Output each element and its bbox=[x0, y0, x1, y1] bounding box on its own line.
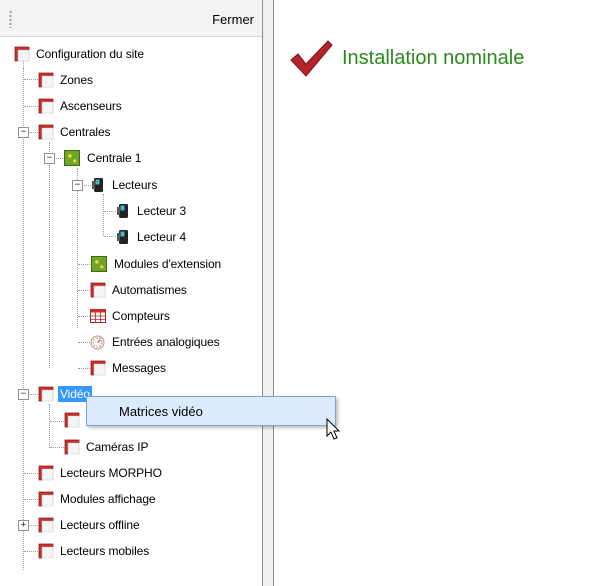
tree-connector bbox=[78, 342, 90, 343]
tree-connector bbox=[78, 368, 90, 369]
tree-connector bbox=[24, 79, 38, 80]
folder-icon bbox=[38, 517, 54, 533]
gauge-icon bbox=[90, 335, 105, 350]
counter-grid-icon bbox=[90, 309, 106, 323]
tree-connector bbox=[23, 68, 24, 570]
tree-connector bbox=[54, 158, 63, 159]
tree-item-hidden-under-menu[interactable] bbox=[64, 409, 88, 431]
folder-icon bbox=[64, 412, 80, 428]
collapse-lecteurs-toggle[interactable]: − bbox=[72, 180, 83, 191]
folder-icon bbox=[90, 360, 106, 376]
tree-item-lecteurs-offline[interactable]: Lecteurs offline bbox=[38, 514, 142, 536]
drag-grip-icon[interactable] bbox=[9, 10, 12, 28]
tree-connector bbox=[29, 394, 38, 395]
tree-connector bbox=[50, 447, 64, 448]
folder-icon bbox=[38, 124, 54, 140]
card-reader-icon bbox=[116, 203, 130, 219]
folder-icon bbox=[38, 98, 54, 114]
collapse-centrale-1-toggle[interactable]: − bbox=[44, 153, 55, 164]
tree-connector bbox=[24, 551, 38, 552]
tree-item-entrees-analogiques[interactable]: Entrées analogiques bbox=[90, 331, 222, 353]
tree-connector bbox=[29, 525, 38, 526]
collapse-video-toggle[interactable]: − bbox=[18, 389, 29, 400]
folder-icon bbox=[38, 465, 54, 481]
tree-item-modules-affichage[interactable]: Modules affichage bbox=[38, 488, 157, 510]
folder-icon bbox=[90, 282, 106, 298]
main-content: Installation nominale bbox=[274, 0, 603, 586]
checkmark-icon bbox=[290, 40, 333, 77]
controller-board-icon bbox=[91, 256, 107, 272]
tree-item-compteurs[interactable]: Compteurs bbox=[90, 305, 172, 327]
context-menu: Matrices vidéo bbox=[86, 396, 336, 426]
card-reader-icon bbox=[116, 229, 130, 245]
tree-connector bbox=[49, 404, 50, 448]
tree-item-zones[interactable]: Zones bbox=[38, 69, 95, 91]
tree-connector bbox=[24, 473, 38, 474]
tree-connector bbox=[78, 316, 90, 317]
card-reader-icon bbox=[91, 177, 105, 193]
tree-item-lecteur-4[interactable]: Lecteur 4 bbox=[116, 226, 188, 248]
tree-item-ascenseurs[interactable]: Ascenseurs bbox=[38, 95, 124, 117]
panel-header: Fermer bbox=[0, 0, 262, 37]
mouse-cursor-icon bbox=[326, 418, 341, 440]
tree-connector bbox=[50, 421, 64, 422]
folder-icon bbox=[38, 72, 54, 88]
controller-board-icon bbox=[64, 150, 80, 166]
tree-connector bbox=[82, 185, 91, 186]
tree-item-lecteurs[interactable]: Lecteurs bbox=[91, 174, 159, 196]
menu-item-matrices-video[interactable]: Matrices vidéo bbox=[119, 404, 203, 419]
folder-icon bbox=[14, 46, 30, 62]
site-tree: − − − − + Configuration du site Zones As… bbox=[0, 38, 262, 578]
status-indicator: Installation nominale bbox=[288, 38, 524, 78]
folder-icon bbox=[38, 543, 54, 559]
collapse-centrales-toggle[interactable]: − bbox=[18, 127, 29, 138]
tree-connector bbox=[78, 264, 90, 265]
close-panel-button[interactable]: Fermer bbox=[212, 12, 254, 27]
tree-connector bbox=[77, 168, 78, 328]
tree-item-configuration-du-site[interactable]: Configuration du site bbox=[14, 43, 146, 65]
tree-connector bbox=[104, 236, 116, 237]
tree-connector bbox=[24, 106, 38, 107]
tree-item-modules-d-extension[interactable]: Modules d'extension bbox=[90, 253, 223, 275]
status-text: Installation nominale bbox=[342, 46, 525, 69]
tree-item-automatismes[interactable]: Automatismes bbox=[90, 279, 189, 301]
tree-item-video[interactable]: Vidéo bbox=[38, 383, 92, 405]
folder-icon bbox=[38, 491, 54, 507]
panel-splitter[interactable] bbox=[263, 0, 274, 586]
tree-item-centrales[interactable]: Centrales bbox=[38, 121, 112, 143]
tree-item-centrale-1[interactable]: Centrale 1 bbox=[63, 147, 143, 169]
tree-item-messages[interactable]: Messages bbox=[90, 357, 168, 379]
folder-icon bbox=[38, 386, 54, 402]
tree-item-lecteurs-mobiles[interactable]: Lecteurs mobiles bbox=[38, 540, 151, 562]
expand-lecteurs-offline-toggle[interactable]: + bbox=[18, 520, 29, 531]
tree-item-lecteurs-morpho[interactable]: Lecteurs MORPHO bbox=[38, 462, 164, 484]
tree-connector bbox=[104, 211, 116, 212]
folder-icon bbox=[64, 439, 80, 455]
tree-connector bbox=[49, 142, 50, 368]
tree-item-lecteur-3[interactable]: Lecteur 3 bbox=[116, 200, 188, 222]
tree-connector bbox=[78, 290, 90, 291]
tree-connector bbox=[29, 132, 38, 133]
tree-item-cameras-ip[interactable]: Caméras IP bbox=[64, 436, 150, 458]
tree-connector bbox=[103, 194, 104, 236]
tree-connector bbox=[24, 499, 38, 500]
site-tree-panel: Fermer − − − − + Configuration du site Z… bbox=[0, 0, 263, 586]
